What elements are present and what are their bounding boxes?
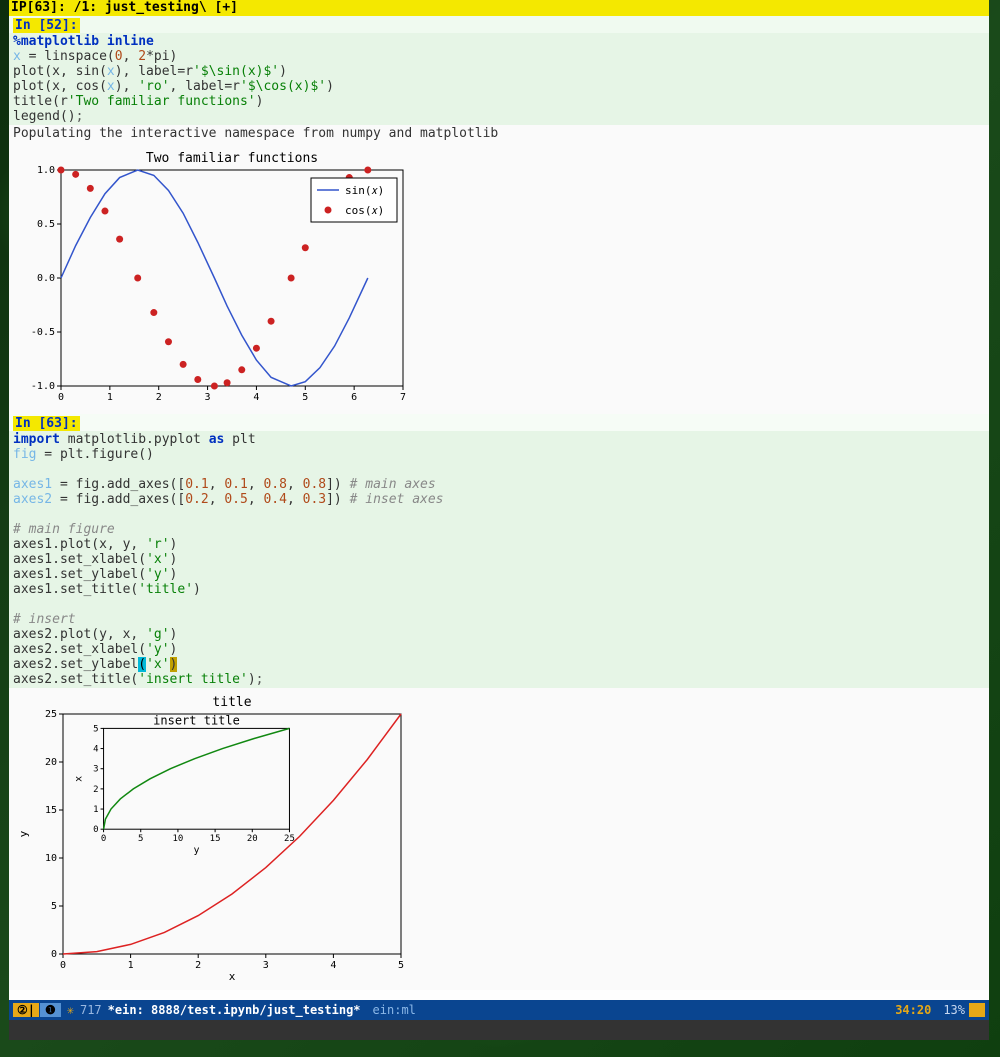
cursor-open-paren: ( (138, 657, 146, 672)
svg-text:4: 4 (93, 745, 98, 755)
svg-text:4: 4 (253, 392, 259, 403)
svg-text:5: 5 (302, 392, 308, 403)
code-line[interactable]: # main figure (13, 522, 985, 537)
svg-text:y: y (17, 830, 30, 837)
code-line[interactable]: axes1.plot(x, y, 'r') (13, 537, 985, 552)
buffer-name: *ein: 8888/test.ipynb/just_testing* (108, 1003, 361, 1017)
svg-text:0: 0 (93, 825, 98, 835)
svg-text:5: 5 (93, 724, 98, 734)
svg-text:0: 0 (60, 960, 66, 971)
code-line[interactable]: plot(x, sin(x), label=r'$\sin(x)$') (13, 64, 985, 79)
window-header: IP[63]: /1: just_testing\ [+] (9, 0, 989, 16)
code-line[interactable]: axes2.set_ylabel('x') (13, 657, 985, 672)
code-line[interactable]: axes1.set_ylabel('y') (13, 567, 985, 582)
svg-text:x: x (229, 970, 236, 983)
svg-text:Two familiar functions: Two familiar functions (146, 151, 318, 166)
code-line[interactable]: axes2.set_title('insert title'); (13, 672, 985, 687)
cell-output-52: Populating the interactive namespace fro… (9, 125, 989, 142)
code-line[interactable]: plot(x, cos(x), 'ro', label=r'$\cos(x)$'… (13, 79, 985, 94)
svg-text:25: 25 (45, 709, 57, 720)
modeline-end-icon (969, 1003, 985, 1017)
svg-text:20: 20 (45, 757, 57, 768)
code-line[interactable] (13, 462, 985, 477)
code-line[interactable]: # insert (13, 612, 985, 627)
var: x (13, 49, 21, 64)
svg-text:20: 20 (247, 834, 258, 844)
svg-text:7: 7 (400, 392, 406, 403)
code-line[interactable]: axes1.set_xlabel('x') (13, 552, 985, 567)
svg-text:y: y (193, 845, 199, 856)
svg-text:0.0: 0.0 (37, 273, 55, 284)
svg-text:0.5: 0.5 (37, 219, 55, 230)
svg-text:1: 1 (107, 392, 113, 403)
code-line[interactable]: legend(); (13, 109, 985, 124)
code-line[interactable]: axes2.set_xlabel('y') (13, 642, 985, 657)
svg-text:5: 5 (398, 960, 404, 971)
svg-text:3: 3 (93, 765, 98, 775)
svg-text:sin(𝑥): sin(𝑥) (345, 184, 384, 197)
stdout-line: Populating the interactive namespace fro… (13, 126, 985, 141)
svg-text:2: 2 (93, 785, 98, 795)
svg-text:1: 1 (128, 960, 134, 971)
code-line[interactable]: axes2.plot(y, x, 'g') (13, 627, 985, 642)
cell-label-52: In [52]: (13, 18, 80, 33)
svg-text:6: 6 (351, 392, 357, 403)
code-line[interactable]: axes2 = fig.add_axes([0.2, 0.5, 0.4, 0.3… (13, 492, 985, 507)
svg-text:0: 0 (51, 949, 57, 960)
svg-text:5: 5 (51, 901, 57, 912)
svg-text:2: 2 (195, 960, 201, 971)
chart-output-63: title0123450510152025xyinsert title05101… (9, 688, 989, 990)
svg-text:25: 25 (284, 834, 295, 844)
cell-label-63: In [63]: (13, 416, 80, 431)
svg-text:-1.0: -1.0 (31, 381, 55, 392)
svg-text:0: 0 (101, 834, 106, 844)
svg-text:10: 10 (172, 834, 183, 844)
workspace-badge: ②| (13, 1003, 39, 1017)
svg-text:10: 10 (45, 853, 57, 864)
code-line[interactable]: %matplotlib inline (13, 34, 985, 49)
svg-text:2: 2 (156, 392, 162, 403)
cell-input-52[interactable]: %matplotlib inline x = linspace(0, 2*pi)… (9, 33, 989, 125)
code-line[interactable]: fig = plt.figure() (13, 447, 985, 462)
svg-text:1: 1 (93, 805, 98, 815)
line-total: 717 (80, 1003, 102, 1017)
code-line[interactable] (13, 597, 985, 612)
notebook-buffer[interactable]: In [52]: %matplotlib inline x = linspace… (9, 16, 989, 1000)
code-line[interactable]: x = linspace(0, 2*pi) (13, 49, 985, 64)
svg-text:x: x (74, 776, 85, 782)
chart-two-familiar: Two familiar functions 0 1 2 3 4 5 6 7 -1.0 -0.5 0.… (13, 148, 413, 408)
buffer-percent: 13% (943, 1003, 965, 1017)
magic: %matplotlib inline (13, 34, 154, 49)
minibuffer[interactable] (9, 1020, 989, 1040)
chart-inset: title0123450510152025xyinsert title05101… (13, 694, 413, 984)
svg-text:title: title (212, 695, 251, 710)
emacs-window: IP[63]: /1: just_testing\ [+] In [52]: %… (9, 0, 989, 1040)
workspace-badge-2: ❶ (40, 1003, 61, 1017)
cell-input-63[interactable]: import matplotlib.pyplot as plt fig = pl… (9, 431, 989, 688)
svg-text:-0.5: -0.5 (31, 327, 55, 338)
svg-text:0: 0 (58, 392, 64, 403)
svg-text:15: 15 (210, 834, 221, 844)
svg-text:3: 3 (263, 960, 269, 971)
modeline: ②| ❶ ✳ 717 *ein: 8888/test.ipynb/just_te… (9, 1000, 989, 1020)
svg-text:4: 4 (330, 960, 336, 971)
modified-icon: ✳ (67, 1003, 74, 1017)
svg-text:15: 15 (45, 805, 57, 816)
major-mode: ein:ml (373, 1003, 416, 1017)
cursor-position: 34:20 (895, 1003, 931, 1017)
svg-text:insert title: insert title (153, 713, 240, 727)
svg-text:cos(𝑥): cos(𝑥) (345, 204, 384, 217)
code-line[interactable]: import matplotlib.pyplot as plt (13, 432, 985, 447)
svg-text:3: 3 (205, 392, 211, 403)
svg-text:1.0: 1.0 (37, 165, 55, 176)
code-line[interactable]: axes1 = fig.add_axes([0.1, 0.1, 0.8, 0.8… (13, 477, 985, 492)
svg-text:5: 5 (138, 834, 143, 844)
code-line[interactable]: title(r'Two familiar functions') (13, 94, 985, 109)
code-line[interactable]: axes1.set_title('title') (13, 582, 985, 597)
code-line[interactable] (13, 507, 985, 522)
chart-output-52: Two familiar functions 0 1 2 3 4 5 6 7 -1.0 -0.5 0.… (9, 142, 989, 414)
cursor-close-paren: ) (170, 657, 178, 672)
